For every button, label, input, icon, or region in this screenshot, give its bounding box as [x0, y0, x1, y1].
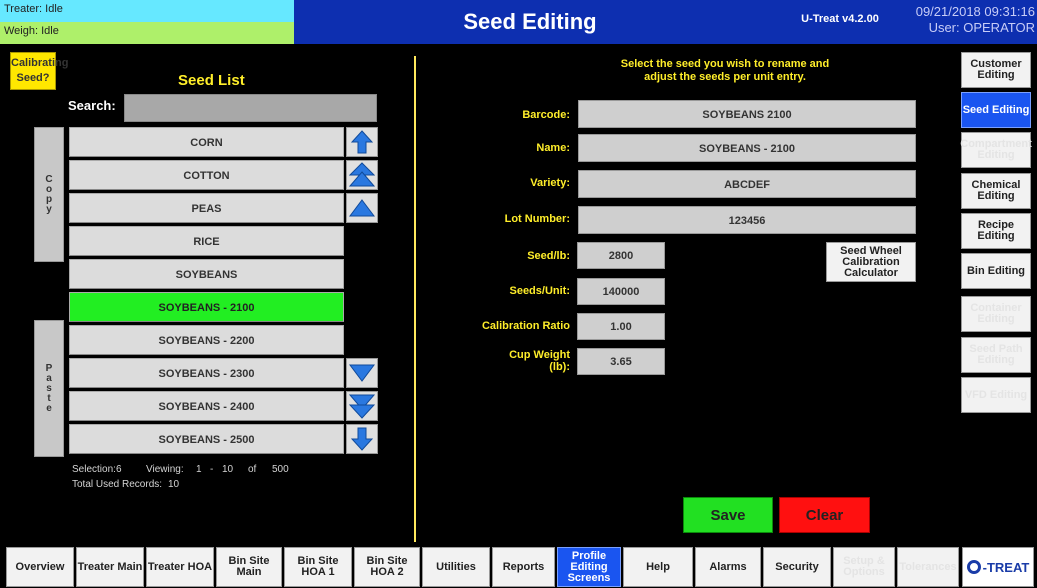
paste-label: P a s t e [45, 362, 53, 414]
cup-weight-label-line-2: (lb): [549, 361, 570, 373]
scroll-down-one-button[interactable] [346, 424, 378, 454]
scroll-up-button[interactable] [346, 193, 378, 223]
cup-weight-field[interactable]: 3.65 [577, 348, 665, 375]
copy-button[interactable]: C o p y [34, 127, 64, 262]
nav-security[interactable]: Security [763, 547, 831, 587]
seed-per-lb-label: Seed/lb: [527, 250, 570, 262]
datetime: 09/21/2018 09:31:16 [915, 4, 1035, 19]
datetime-user: 09/21/2018 09:31:16 User: OPERATOR [905, 4, 1035, 36]
seed-list-item[interactable]: PEAS [69, 193, 344, 223]
down-triangle-icon [349, 364, 375, 382]
paste-button[interactable]: P a s t e [34, 320, 64, 457]
instructions-line-1: Select the seed you wish to rename and [620, 58, 830, 70]
calc-line-3: Calculator [844, 267, 898, 279]
viewing-to: 10 [222, 464, 234, 475]
selection-value: 6 [116, 464, 122, 475]
nav-bin-site-hoa-2[interactable]: Bin Site HOA 2 [354, 547, 420, 587]
scroll-up-one-button[interactable] [346, 127, 378, 157]
scroll-up-page-button[interactable] [346, 160, 378, 190]
weigh-status: Weigh: Idle [0, 22, 294, 44]
nav-alarms[interactable]: Alarms [695, 547, 761, 587]
nav-bin-editing[interactable]: Bin Editing [961, 253, 1031, 289]
barcode-field[interactable]: SOYBEANS 2100 [578, 100, 916, 128]
nav-utilities[interactable]: Utilities [422, 547, 490, 587]
seed-per-lb-field[interactable]: 2800 [577, 242, 665, 269]
nav-setup-options[interactable]: Setup & Options [833, 547, 895, 587]
seeds-per-unit-field[interactable]: 140000 [577, 278, 665, 305]
nav-seed-path-editing[interactable]: Seed Path Editing [961, 337, 1031, 373]
viewing-dash: - [210, 464, 214, 475]
variety-label: Variety: [530, 177, 570, 189]
nav-seed-editing[interactable]: Seed Editing [961, 92, 1031, 128]
seed-list-item[interactable]: SOYBEANS - 2400 [69, 391, 344, 421]
lot-number-field[interactable]: 123456 [578, 206, 916, 234]
up-triangle-icon [349, 199, 375, 217]
double-down-triangle-icon [349, 394, 375, 419]
name-field[interactable]: SOYBEANS - 2100 [578, 134, 916, 162]
nav-bin-site-main[interactable]: Bin Site Main [216, 547, 282, 587]
nav-reports[interactable]: Reports [492, 547, 555, 587]
total-used-label: Total Used Records: [72, 479, 163, 490]
seeds-per-unit-label: Seeds/Unit: [509, 285, 570, 297]
instructions-line-2: adjust the seeds per unit entry. [644, 71, 806, 83]
viewing-label: Viewing: [146, 464, 184, 475]
arrow-down-icon [351, 427, 373, 451]
cup-weight-label: Cup Weight (lb): [440, 349, 570, 373]
nav-recipe-editing[interactable]: Recipe Editing [961, 213, 1031, 249]
double-up-triangle-icon [349, 162, 375, 187]
nav-help[interactable]: Help [623, 547, 693, 587]
total-used-value: 10 [168, 479, 180, 490]
of-label: of [248, 464, 257, 475]
nav-bin-site-hoa-1[interactable]: Bin Site HOA 1 [284, 547, 352, 587]
total-records: 500 [272, 464, 289, 475]
calibration-ratio-field[interactable]: 1.00 [577, 313, 665, 340]
nav-compartment-editing[interactable]: Compartment Editing [960, 132, 1032, 168]
arrow-up-icon [351, 130, 373, 154]
seed-list-item[interactable]: SOYBEANS - 2200 [69, 325, 344, 355]
seed-list-item[interactable]: SOYBEANS - 2500 [69, 424, 344, 454]
nav-overview[interactable]: Overview [6, 547, 74, 587]
save-button[interactable]: Save [683, 497, 773, 533]
cup-weight-label-line-1: Cup Weight [509, 349, 570, 361]
selection-label: Selection: [72, 464, 116, 475]
page-title: Seed Editing [463, 9, 597, 34]
u-treat-logo: -TREAT [962, 547, 1034, 587]
seed-list-title: Seed List [178, 72, 245, 89]
seed-list-item[interactable]: RICE [69, 226, 344, 256]
nav-treater-main[interactable]: Treater Main [76, 547, 144, 587]
nav-vfd-editing[interactable]: VFD Editing [961, 377, 1031, 413]
seed-list-item[interactable]: SOYBEANS [69, 259, 344, 289]
copy-label: C o p y [45, 173, 53, 215]
clear-button[interactable]: Clear [779, 497, 870, 533]
viewing-from: 1 [196, 464, 202, 475]
nav-profile-editing-screens[interactable]: Profile Editing Screens [557, 547, 621, 587]
nav-tolerances[interactable]: Tolerances [897, 547, 959, 587]
nav-container-editing[interactable]: Container Editing [961, 296, 1031, 332]
nav-chemical-editing[interactable]: Chemical Editing [961, 173, 1031, 209]
nav-treater-hoa[interactable]: Treater HOA [146, 547, 214, 587]
scroll-down-page-button[interactable] [346, 391, 378, 421]
u-treat-logo-icon [966, 560, 981, 574]
calibrating-seed-button[interactable]: Calibrating Seed? [10, 52, 68, 90]
variety-field[interactable]: ABCDEF [578, 170, 916, 198]
scroll-down-button[interactable] [346, 358, 378, 388]
nav-customer-editing[interactable]: Customer Editing [961, 52, 1031, 88]
version-label: U-Treat v4.2.00 [801, 13, 879, 25]
calibration-ratio-label: Calibration Ratio [481, 320, 570, 332]
search-input[interactable] [124, 94, 377, 122]
seed-list-item[interactable]: SOYBEANS - 2300 [69, 358, 344, 388]
search-label: Search: [68, 98, 116, 113]
treater-status: Treater: Idle [0, 0, 294, 22]
seed-wheel-calibration-calculator-button[interactable]: Seed Wheel Calibration Calculator [826, 242, 916, 282]
seed-list-item[interactable]: COTTON [69, 160, 344, 190]
lot-number-label: Lot Number: [504, 213, 570, 225]
instructions: Select the seed you wish to rename and a… [580, 58, 870, 84]
seed-list-item[interactable]: CORN [69, 127, 344, 157]
current-user: User: OPERATOR [928, 20, 1035, 35]
seed-list-item-selected[interactable]: SOYBEANS - 2100 [69, 292, 344, 322]
name-label: Name: [536, 142, 570, 154]
u-treat-logo-text: -TREAT [982, 559, 1030, 575]
barcode-label: Barcode: [522, 109, 570, 121]
panel-divider [414, 56, 416, 542]
